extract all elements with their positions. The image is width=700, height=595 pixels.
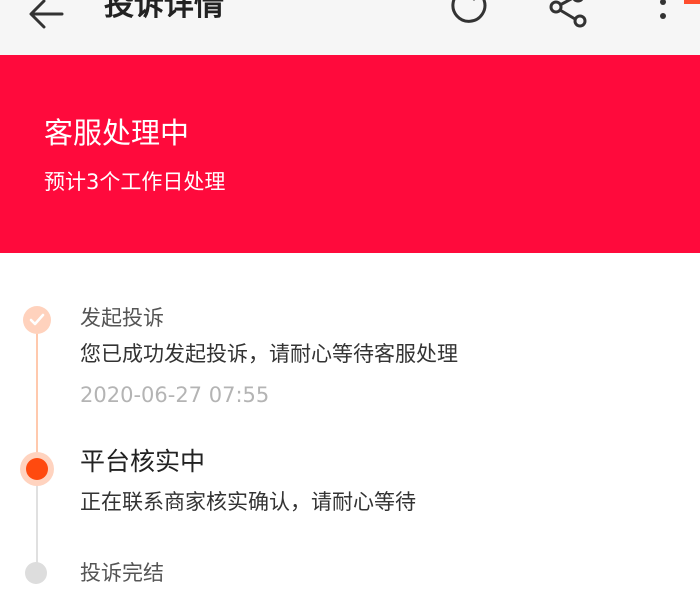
timeline-node-pending — [25, 562, 47, 584]
complaint-timeline: 发起投诉 您已成功发起投诉，请耐心等待客服处理 2020-06-27 07:55… — [0, 253, 700, 595]
page-title: 投诉详情 — [104, 0, 224, 23]
status-title: 客服处理中 — [44, 116, 190, 150]
status-banner: 客服处理中 预计3个工作日处理 — [0, 55, 700, 253]
timeline-line-completed — [36, 319, 38, 469]
step-timestamp: 2020-06-27 07:55 — [80, 383, 270, 407]
step-title: 投诉完结 — [80, 561, 164, 585]
notification-accent — [684, 0, 700, 4]
status-subtitle: 预计3个工作日处理 — [44, 170, 226, 194]
more-vertical-icon — [660, 0, 666, 19]
check-icon — [29, 313, 45, 326]
share-button[interactable] — [542, 0, 590, 30]
app-bar: 投诉详情 — [0, 0, 700, 55]
step-description: 您已成功发起投诉，请耐心等待客服处理 — [80, 342, 458, 366]
step-title: 发起投诉 — [80, 306, 164, 330]
step-description: 正在联系商家核实确认，请耐心等待 — [80, 490, 416, 514]
refresh-button[interactable] — [446, 0, 492, 28]
refresh-icon — [451, 0, 487, 23]
timeline-node-done — [23, 306, 51, 334]
arrow-left-icon — [29, 0, 64, 29]
back-button[interactable] — [24, 0, 68, 34]
share-icon — [549, 0, 587, 28]
timeline-node-active — [26, 458, 48, 480]
step-title-active: 平台核实中 — [80, 447, 206, 476]
timeline-line-pending — [36, 483, 38, 569]
more-button[interactable] — [648, 0, 678, 32]
